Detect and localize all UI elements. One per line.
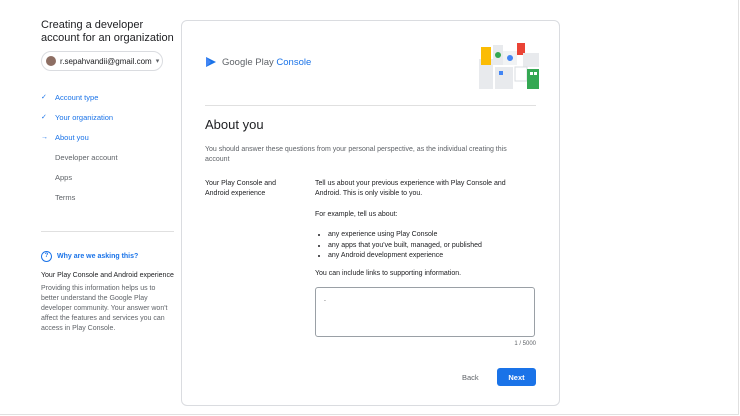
links-note: You can include links to supporting info… xyxy=(315,269,462,277)
play-logo-icon xyxy=(206,57,216,67)
question-text: Tell us about your previous experience w… xyxy=(315,180,506,197)
step-about-you[interactable]: → About you xyxy=(41,131,89,143)
step-apps: Apps xyxy=(41,171,72,183)
account-email: r.sepahvandii@gmail.com xyxy=(60,56,152,66)
step-label: Your organization xyxy=(55,112,114,122)
step-label: Account type xyxy=(55,92,99,102)
sidebar-title: Creating a developer account for an orga… xyxy=(41,19,174,44)
step-label: Terms xyxy=(55,192,76,202)
check-icon: ✓ xyxy=(41,94,47,101)
experience-textarea[interactable]: . xyxy=(315,287,535,337)
sidebar: Creating a developer account for an orga… xyxy=(41,19,174,332)
step-account-type[interactable]: ✓ Account type xyxy=(41,91,98,103)
why-heading-text: Why are we asking this? xyxy=(57,253,139,260)
character-counter: 1 / 5000 xyxy=(514,341,536,347)
why-heading[interactable]: ? Why are we asking this? xyxy=(41,251,174,262)
field-label: Your Play Console and Android experience xyxy=(205,180,276,197)
help-icon: ? xyxy=(41,251,52,262)
next-button[interactable]: Next xyxy=(497,368,536,386)
check-icon: ✓ xyxy=(41,114,47,121)
main-card: Google Play Console About you You should… xyxy=(181,20,560,406)
brand-name: Google Play Console xyxy=(222,56,312,68)
question-column: Tell us about your previous experience w… xyxy=(315,179,525,279)
step-label: Developer account xyxy=(55,152,118,162)
example-list: any experience using Play Console any ap… xyxy=(315,230,525,262)
intro-text: You should answer these questions from y… xyxy=(205,146,507,163)
back-button[interactable]: Back xyxy=(462,369,479,386)
example-intro: For example, tell us about: xyxy=(315,211,398,218)
page-title: About you xyxy=(205,117,264,132)
step-your-organization[interactable]: ✓ Your organization xyxy=(41,111,113,123)
list-item: any apps that you've built, managed, or … xyxy=(328,241,525,252)
avatar xyxy=(46,56,56,66)
list-item: any Android development experience xyxy=(328,251,525,262)
list-item: any experience using Play Console xyxy=(328,230,525,241)
why-panel: ? Why are we asking this? Your Play Cons… xyxy=(41,251,174,334)
step-developer-account: Developer account xyxy=(41,151,118,163)
account-switcher[interactable]: r.sepahvandii@gmail.com ▾ xyxy=(41,51,163,71)
why-subheading: Your Play Console and Android experience xyxy=(41,272,174,279)
card-divider xyxy=(205,105,536,106)
play-console-logo: Google Play Console xyxy=(205,56,311,68)
header-illustration xyxy=(479,43,539,89)
step-label: About you xyxy=(55,132,89,142)
step-label: Apps xyxy=(55,172,73,182)
sidebar-divider xyxy=(41,231,174,232)
arrow-right-icon: → xyxy=(41,133,48,141)
chevron-down-icon: ▾ xyxy=(155,58,160,65)
why-body: Providing this information helps us to b… xyxy=(41,285,168,332)
step-terms: Terms xyxy=(41,191,75,203)
